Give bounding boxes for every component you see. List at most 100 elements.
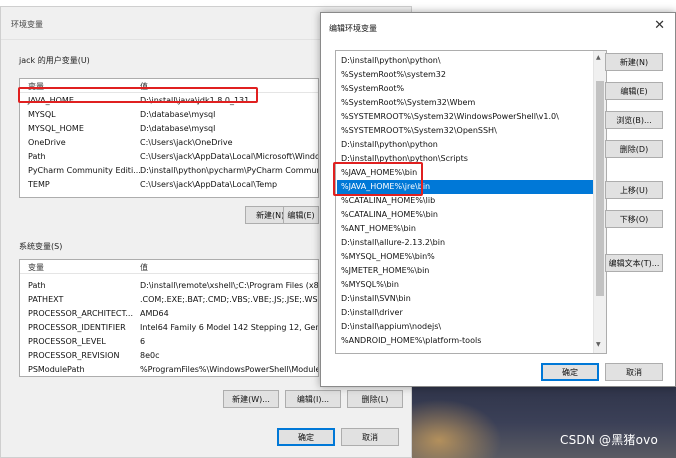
path-text: D:\install\driver [341,308,403,317]
list-item[interactable]: %SYSTEMROOT%\System32\OpenSSH\ [337,124,594,138]
table-row[interactable]: PATHEXT .COM;.EXE;.BAT;.CMD;.VBS;.VBE;.JS… [20,294,318,307]
list-item[interactable]: %SYSTEMROOT%\System32\WindowsPowerShell\… [337,110,594,124]
edit-button[interactable]: 编辑(E) [605,82,663,100]
system-vars-list[interactable]: 变量 值 Path D:\install\remote\xshell\;C:\Pr… [19,259,319,377]
list-item[interactable]: D:\install\python\python\Scripts [337,152,594,166]
list-item[interactable]: %MYSQL_HOME%\bin% [337,250,594,264]
var-name: Path [28,152,46,161]
table-row[interactable]: JAVA_HOME D:\install\java\jdk1.8.0_131 [20,95,318,108]
var-value: AMD64 [140,309,169,318]
list-item[interactable]: %CATALINA_HOME%\lib [337,194,594,208]
list-item[interactable]: %ANDROID_HOME%\platform-tools [337,334,594,348]
var-name: OneDrive [28,138,66,147]
list-item[interactable]: %ANT_HOME%\bin [337,222,594,236]
column-variable[interactable]: 变量 [28,81,44,92]
list-item[interactable]: %JMETER_HOME%\bin [337,264,594,278]
close-icon[interactable]: ✕ [654,19,665,32]
table-row[interactable]: PROCESSOR_IDENTIFIER Intel64 Family 6 Mod… [20,322,318,335]
list-item[interactable]: %SystemRoot%\system32 [337,68,594,82]
path-text: D:\install\allure-2.13.2\bin [341,238,446,247]
var-name: JAVA_HOME [28,96,74,105]
new-button[interactable]: 新建(N) [605,53,663,71]
var-value: C:\Users\jack\AppData\Local\Microsoft\Wi… [140,152,319,161]
list-item-selected[interactable]: %JAVA_HOME%\jre\bin [337,180,594,194]
var-value: D:\database\mysql [140,110,216,119]
var-name: TEMP [28,180,50,189]
system-delete-button[interactable]: 删除(L) [347,390,403,408]
list-item[interactable]: D:\install\driver [337,306,594,320]
var-value: D:\install\python\pycharm\PyCharm Commun… [140,166,319,175]
var-value: 6 [140,337,146,346]
list-item[interactable]: D:\install\python\python\ [337,54,594,68]
path-text: %SystemRoot%\system32 [341,70,446,79]
var-value: Intel64 Family 6 Model 142 Stepping 12, … [140,323,319,332]
column-value[interactable]: 值 [140,81,148,92]
scroll-down-icon[interactable]: ▼ [596,341,601,348]
move-up-button[interactable]: 上移(U) [605,181,663,199]
path-text: %SYSTEMROOT%\System32\OpenSSH\ [341,126,497,135]
var-value: D:\install\java\jdk1.8.0_131 [140,96,250,105]
move-down-button[interactable]: 下移(O) [605,210,663,228]
var-name: MYSQL [28,110,56,119]
watermark: CSDN @黑猪ovo [559,433,658,447]
path-text: %JAVA_HOME%\bin [341,168,418,177]
path-text: D:\install\python\python [341,140,438,149]
path-text: D:\install\python\python\Scripts [341,154,468,163]
table-row[interactable]: OneDrive C:\Users\jack\OneDrive [20,137,318,150]
user-vars-label: jack 的用户变量(U) [19,56,90,65]
list-item[interactable]: D:\install\allure-2.13.2\bin [337,236,594,250]
table-row[interactable]: MYSQL_HOME D:\database\mysql [20,123,318,136]
list-item[interactable]: D:\install\appium\nodejs\ [337,320,594,334]
var-name: PATHEXT [28,295,64,304]
list-item[interactable]: %MYSQL%\bin [337,278,594,292]
table-row[interactable]: PROCESSOR_LEVEL 6 [20,336,318,349]
path-text: %CATALINA_HOME%\lib [341,196,436,205]
browse-button[interactable]: 浏览(B)... [605,111,663,129]
path-text: %MYSQL%\bin [341,280,399,289]
var-name: MYSQL_HOME [28,124,84,133]
list-item[interactable]: D:\install\python\python [337,138,594,152]
table-row[interactable]: PROCESSOR_ARCHITECT... AMD64 [20,308,318,321]
table-row[interactable]: PROCESSOR_REVISION 8e0c [20,350,318,363]
scroll-thumb[interactable] [596,81,604,296]
list-item[interactable]: %SystemRoot% [337,82,594,96]
system-edit-button[interactable]: 编辑(I)... [285,390,341,408]
user-edit-button[interactable]: 编辑(E) [283,206,319,224]
dialog-ok-button[interactable]: 确定 [541,363,599,381]
path-text: %SystemRoot%\System32\Wbem [341,98,476,107]
path-text: D:\install\python\python\ [341,56,441,65]
list-item[interactable]: %CATALINA_HOME%\bin [337,208,594,222]
system-new-button[interactable]: 新建(W)... [223,390,279,408]
table-row[interactable]: Path C:\Users\jack\AppData\Local\Microsof… [20,151,318,164]
var-name: PSModulePath [28,365,85,374]
edit-text-button[interactable]: 编辑文本(T)... [605,254,663,272]
table-row[interactable]: TEMP C:\Users\jack\AppData\Local\Temp [20,179,318,192]
var-value: D:\database\mysql [140,124,216,133]
edit-env-var-dialog: 编辑环境变量 ✕ D:\install\python\python\ %Syst… [320,12,676,387]
var-value: C:\Users\jack\AppData\Local\Temp [140,180,278,189]
window-ok-button[interactable]: 确定 [277,428,335,446]
scroll-up-icon[interactable]: ▲ [596,54,601,61]
path-text: %ANT_HOME%\bin [341,224,416,233]
path-text: %JAVA_HOME%\jre\bin [341,182,431,191]
list-item[interactable]: %JAVA_HOME%\bin [337,166,594,180]
user-vars-list[interactable]: 变量 值 JAVA_HOME D:\install\java\jdk1.8.0_1… [19,78,319,198]
var-value: C:\Users\jack\OneDrive [140,138,233,147]
table-row[interactable]: PyCharm Community Editi... D:\install\pyt… [20,165,318,178]
desktop-glow [412,399,502,458]
table-row[interactable]: PSModulePath %ProgramFiles%\WindowsPowerS… [20,364,318,376]
list-item[interactable]: %SystemRoot%\System32\Wbem [337,96,594,110]
table-row[interactable]: Path D:\install\remote\xshell\;C:\Program… [20,280,318,293]
dialog-cancel-button[interactable]: 取消 [605,363,663,381]
desktop-background: CSDN @黑猪ovo [412,379,676,458]
window-cancel-button[interactable]: 取消 [341,428,399,446]
list-item[interactable]: D:\install\SVN\bin [337,292,594,306]
table-row[interactable]: MYSQL D:\database\mysql [20,109,318,122]
path-text: %ANDROID_HOME%\platform-tools [341,336,482,345]
path-list[interactable]: D:\install\python\python\ %SystemRoot%\s… [335,50,607,354]
var-value: .COM;.EXE;.BAT;.CMD;.VBS;.VBE;.JS;.JSE;.… [140,295,319,304]
delete-button[interactable]: 删除(D) [605,140,663,158]
column-value[interactable]: 值 [140,262,148,273]
path-text: %JMETER_HOME%\bin [341,266,430,275]
column-variable[interactable]: 变量 [28,262,44,273]
